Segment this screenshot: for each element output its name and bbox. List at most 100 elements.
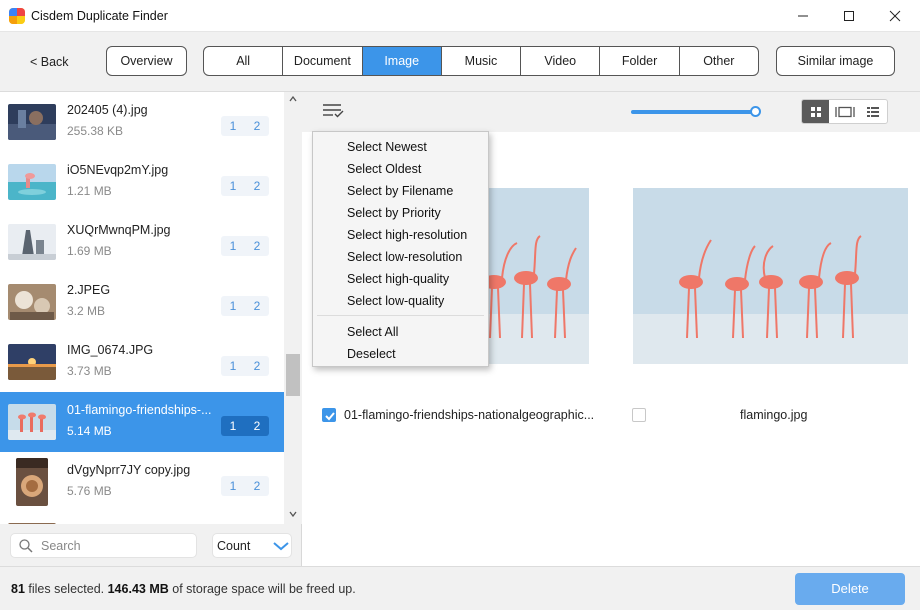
maximize-icon — [844, 11, 854, 21]
menu-item-select-by-priority[interactable]: Select by Priority — [347, 206, 441, 220]
file-name: 2.JPEG — [67, 283, 111, 297]
minimize-icon — [798, 15, 808, 17]
preview-image[interactable] — [633, 188, 908, 364]
file-list-panel: 202405 (4).jpg 255.38 KB 12 iO5NEvqp2mY.… — [0, 92, 302, 566]
menu-item-select-high-quality[interactable]: Select high-quality — [347, 272, 449, 286]
menu-item-select-low-resolution[interactable]: Select low-resolution — [347, 250, 462, 264]
checkmark-icon — [325, 412, 335, 421]
thumbnail — [8, 344, 56, 380]
view-mode-toggle — [801, 99, 888, 124]
preview-toolbar — [302, 92, 920, 132]
chevron-down-icon — [273, 542, 289, 551]
copy-count: 12 — [221, 236, 269, 256]
file-size: 255.38 KB — [67, 124, 124, 138]
back-button[interactable]: < Back — [20, 49, 79, 75]
file-name: iO5NEvqp2mY.jpg — [67, 163, 169, 177]
menu-item-select-oldest[interactable]: Select Oldest — [347, 162, 421, 176]
list-view-button[interactable] — [860, 100, 887, 123]
copy-count: 12 — [221, 116, 269, 136]
menu-item-deselect[interactable]: Deselect — [347, 347, 396, 361]
file-size: 1.21 MB — [67, 184, 112, 198]
list-item[interactable] — [0, 512, 284, 524]
grid-view-button[interactable] — [802, 100, 830, 123]
thumbnail — [8, 224, 56, 260]
select-list-icon[interactable] — [322, 103, 344, 119]
list-scrollbar[interactable] — [284, 92, 302, 524]
status-bar: 81 files selected. 146.43 MB of storage … — [0, 566, 920, 610]
grid-icon — [810, 106, 821, 117]
menu-separator — [317, 315, 484, 316]
app-logo-icon — [9, 8, 25, 24]
freed-size: 146.43 MB — [107, 582, 169, 596]
tab-document[interactable]: Document — [283, 47, 363, 75]
overview-button[interactable]: Overview — [106, 46, 187, 76]
chevron-up-icon[interactable] — [289, 96, 297, 102]
sort-value: Count — [217, 539, 251, 553]
chevron-down-icon[interactable] — [289, 511, 297, 517]
minimize-button[interactable] — [780, 0, 826, 32]
file-size: 1.69 MB — [67, 244, 112, 258]
toolbar: < Back Overview All Document Image Music… — [0, 32, 920, 92]
close-icon — [889, 10, 901, 22]
file-size: 3.2 MB — [67, 304, 106, 318]
files-count: 81 — [11, 582, 25, 596]
tab-other[interactable]: Other — [680, 47, 758, 75]
title-bar: Cisdem Duplicate Finder — [0, 0, 920, 32]
list-item[interactable]: iO5NEvqp2mY.jpg 1.21 MB 12 — [0, 152, 284, 212]
tab-video[interactable]: Video — [521, 47, 601, 75]
list-item[interactable]: IMG_0674.JPG 3.73 MB 12 — [0, 332, 284, 392]
list-icon — [867, 106, 880, 117]
similar-image-button[interactable]: Similar image — [776, 46, 895, 76]
compare-view-button[interactable] — [829, 100, 859, 123]
copy-count: 12 — [221, 356, 269, 376]
tab-all[interactable]: All — [204, 47, 284, 75]
file-name: 01-flamingo-friendships-... — [67, 403, 212, 417]
menu-item-select-by-filename[interactable]: Select by Filename — [347, 184, 453, 198]
menu-item-select-newest[interactable]: Select Newest — [347, 140, 427, 154]
file-checkbox[interactable] — [322, 408, 336, 422]
tab-image[interactable]: Image — [362, 47, 442, 75]
file-size: 5.14 MB — [67, 424, 112, 438]
thumbnail — [8, 518, 56, 524]
file-name: XUQrMwnqPM.jpg — [67, 223, 171, 237]
sort-dropdown[interactable]: Count — [212, 533, 292, 558]
thumbnail — [16, 458, 48, 506]
delete-button[interactable]: Delete — [795, 573, 905, 605]
maximize-button[interactable] — [826, 0, 872, 32]
copy-count: 12 — [221, 296, 269, 316]
file-name: 01-flamingo-friendships-nationalgeograph… — [344, 408, 595, 422]
close-button[interactable] — [872, 0, 918, 32]
menu-item-select-high-resolution[interactable]: Select high-resolution — [347, 228, 467, 242]
search-icon — [19, 539, 33, 553]
menu-item-select-all[interactable]: Select All — [347, 325, 398, 339]
file-name: 202405 (4).jpg — [67, 103, 148, 117]
tab-folder[interactable]: Folder — [600, 47, 680, 75]
select-menu: Select Newest Select Oldest Select by Fi… — [312, 131, 489, 367]
list-item[interactable]: dVgyNprr7JY copy.jpg 5.76 MB 12 — [0, 452, 284, 512]
thumbnail-size-slider[interactable] — [631, 110, 755, 114]
slider-handle[interactable] — [750, 106, 761, 117]
size-text: of storage space will be freed up. — [172, 582, 356, 596]
compare-icon — [834, 106, 855, 117]
thumbnail — [8, 404, 56, 440]
list-item[interactable]: 01-flamingo-friendships-... 5.14 MB 12 — [0, 392, 284, 452]
thumbnail — [8, 284, 56, 320]
search-input[interactable] — [41, 534, 191, 557]
menu-item-select-low-quality[interactable]: Select low-quality — [347, 294, 444, 308]
file-name: dVgyNprr7JY copy.jpg — [67, 463, 191, 477]
thumbnail — [8, 104, 56, 140]
list-item[interactable]: 202405 (4).jpg 255.38 KB 12 — [0, 92, 284, 152]
list-item[interactable]: 2.JPEG 3.2 MB 12 — [0, 272, 284, 332]
file-checkbox[interactable] — [632, 408, 646, 422]
file-name: flamingo.jpg — [740, 408, 808, 422]
scrollbar-thumb[interactable] — [286, 354, 300, 396]
copy-count: 12 — [221, 176, 269, 196]
duplicate-file-list: 202405 (4).jpg 255.38 KB 12 iO5NEvqp2mY.… — [0, 92, 284, 524]
search-box — [10, 533, 197, 558]
tab-music[interactable]: Music — [442, 47, 522, 75]
file-size: 3.73 MB — [67, 364, 112, 378]
list-item[interactable]: XUQrMwnqPM.jpg 1.69 MB 12 — [0, 212, 284, 272]
copy-count: 12 — [221, 476, 269, 496]
file-name: IMG_0674.JPG — [67, 343, 154, 357]
thumbnail — [8, 164, 56, 200]
